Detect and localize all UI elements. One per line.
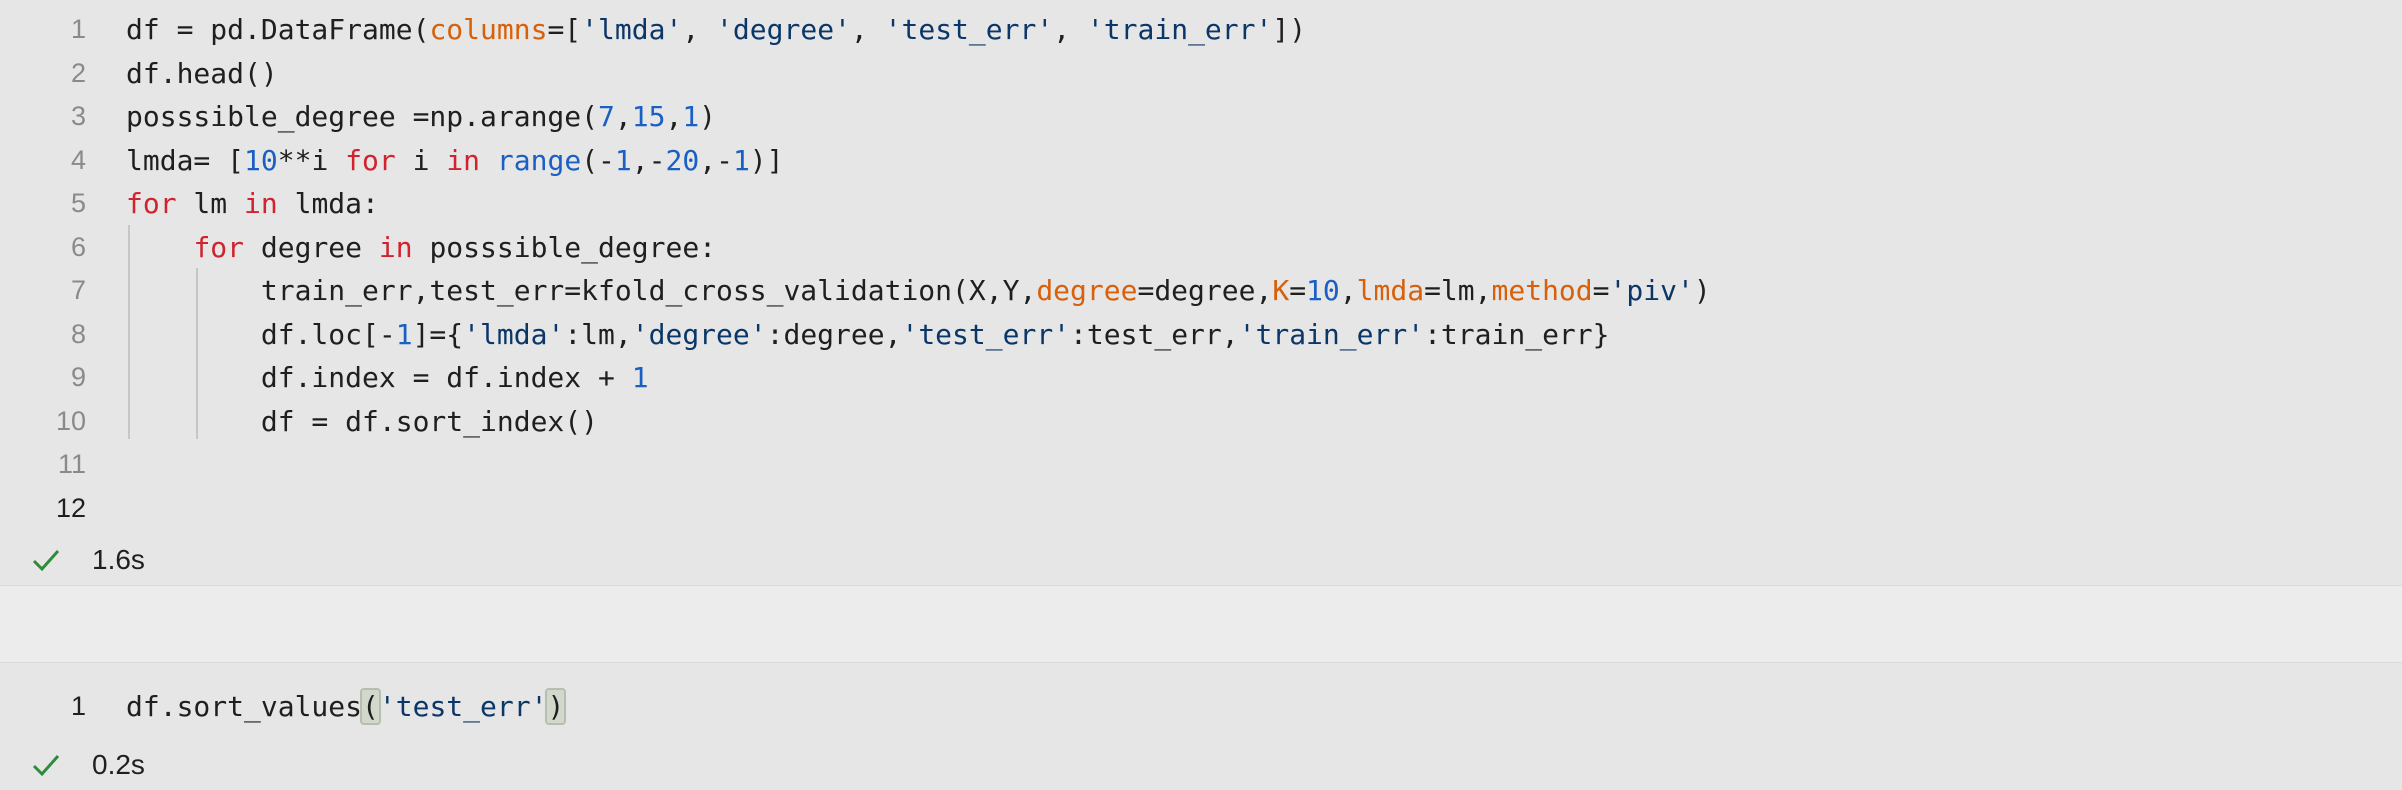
- indent-guide-level-2: [196, 268, 198, 439]
- line-number: 10: [55, 405, 86, 436]
- line-number: 8: [70, 318, 86, 349]
- code-line[interactable]: 3 posssible_degree =np.arange(7,15,1): [0, 95, 2402, 139]
- code-cell-2[interactable]: 1 df.sort_values('test_err') 0.2s: [0, 663, 2402, 790]
- line-number: 3: [70, 101, 86, 131]
- code-line[interactable]: 8 df.loc[-1]={'lmda':lm,'degree':degree,…: [0, 313, 2402, 357]
- line-number: 9: [70, 362, 86, 392]
- code-line[interactable]: 7 train_err,test_err=kfold_cross_validat…: [0, 269, 2402, 313]
- code-line[interactable]: 9 df.index = df.index + 1: [0, 356, 2402, 400]
- line-number: 7: [70, 275, 86, 305]
- code-line[interactable]: 10 df = df.sort_index(): [0, 400, 2402, 444]
- code-text[interactable]: df.head(): [126, 52, 278, 96]
- code-line[interactable]: 11: [0, 443, 2402, 487]
- check-icon: [0, 752, 92, 778]
- code-line[interactable]: 5 for lm in lmda:: [0, 182, 2402, 226]
- line-number: 5: [70, 188, 86, 218]
- code-line[interactable]: 12: [0, 487, 2402, 531]
- indent-guide-level-1: [128, 225, 130, 439]
- code-editor-1[interactable]: 1 df = pd.DataFrame(columns=['lmda', 'deg…: [0, 8, 2402, 530]
- line-number: 2: [70, 57, 86, 88]
- code-line[interactable]: 2 df.head(): [0, 52, 2402, 96]
- line-number: 1: [70, 691, 86, 721]
- code-text[interactable]: posssible_degree =np.arange(7,15,1): [126, 95, 716, 139]
- cell-2-duration: 0.2s: [92, 749, 145, 780]
- code-text[interactable]: train_err,test_err=kfold_cross_validatio…: [126, 269, 1711, 313]
- cell-1-status: 1.6s: [0, 538, 145, 582]
- cell-separator: [0, 585, 2402, 663]
- line-number: 11: [57, 449, 86, 479]
- code-text[interactable]: for degree in posssible_degree:: [126, 226, 716, 270]
- code-line[interactable]: 1 df = pd.DataFrame(columns=['lmda', 'deg…: [0, 8, 2402, 52]
- code-text[interactable]: df.sort_values('test_err'): [126, 685, 567, 729]
- code-text[interactable]: df.index = df.index + 1: [126, 356, 649, 400]
- code-editor-2[interactable]: 1 df.sort_values('test_err'): [0, 685, 2402, 729]
- code-text[interactable]: for lm in lmda:: [126, 182, 379, 226]
- code-line[interactable]: 6 for degree in posssible_degree:: [0, 226, 2402, 270]
- cell-2-status: 0.2s: [0, 743, 145, 787]
- line-number: 4: [70, 144, 86, 175]
- line-number: 12: [55, 492, 86, 523]
- code-text[interactable]: lmda= [10**i for i in range(-1,-20,-1)]: [126, 139, 784, 183]
- check-icon: [0, 547, 92, 573]
- line-number: 1: [70, 14, 86, 44]
- code-text[interactable]: df = pd.DataFrame(columns=['lmda', 'degr…: [126, 8, 1306, 52]
- code-text[interactable]: df.loc[-1]={'lmda':lm,'degree':degree,'t…: [126, 313, 1610, 357]
- code-line[interactable]: 1 df.sort_values('test_err'): [0, 685, 2402, 729]
- line-number: 6: [70, 231, 86, 262]
- cell-1-duration: 1.6s: [92, 544, 145, 575]
- code-line[interactable]: 4 lmda= [10**i for i in range(-1,-20,-1)]: [0, 139, 2402, 183]
- code-cell-1[interactable]: 1 df = pd.DataFrame(columns=['lmda', 'deg…: [0, 0, 2402, 585]
